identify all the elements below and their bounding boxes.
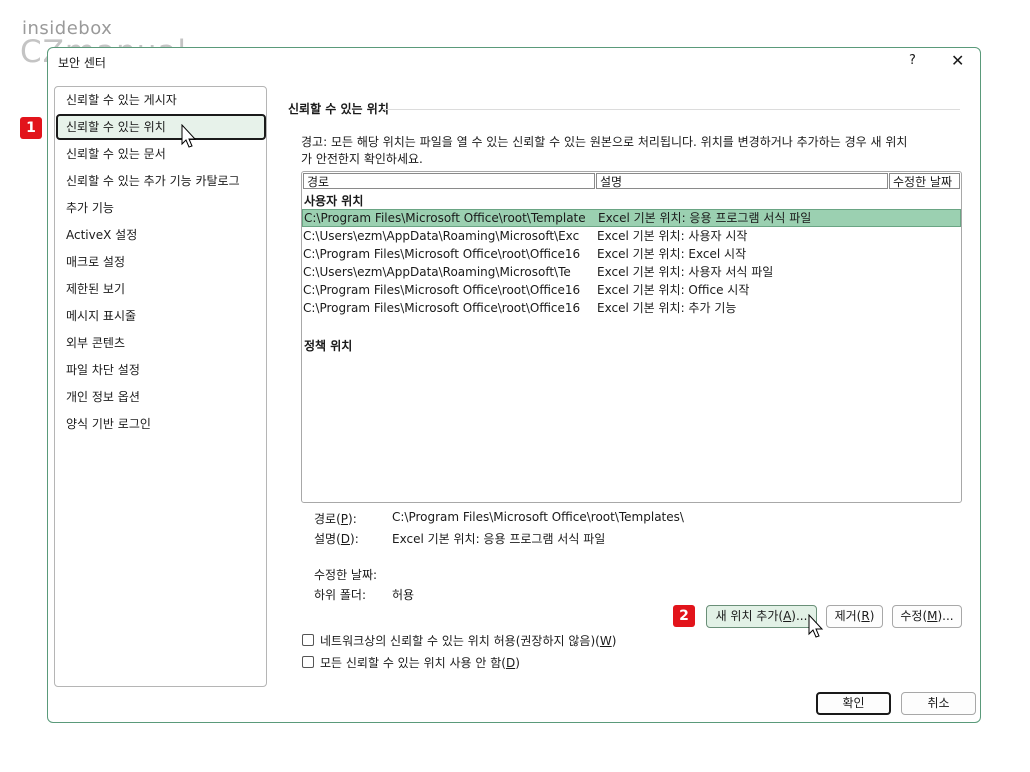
table-row[interactable]: C:\Program Files\Microsoft Office\root\T… [302, 209, 961, 227]
help-button[interactable]: ? [909, 53, 916, 68]
disable-all-locations-label[interactable]: 모든 신뢰할 수 있는 위치 사용 안 함(D) [320, 654, 520, 671]
step-badge-1: 1 [20, 117, 42, 139]
sidebar-item[interactable]: ActiveX 설정 [66, 226, 137, 244]
row-description: Excel 기본 위치: 응용 프로그램 서식 파일 [598, 211, 812, 225]
row-path: C:\Users\ezm\AppData\Roaming\Microsoft\E… [303, 229, 580, 243]
dialog-title: 보안 센터 [58, 56, 106, 70]
sidebar-item[interactable]: 제한된 보기 [66, 280, 125, 298]
table-row[interactable]: C:\Users\ezm\AppData\Roaming\Microsoft\E… [302, 227, 961, 245]
sidebar-item[interactable]: 매크로 설정 [66, 253, 125, 271]
column-header-modified[interactable]: 수정한 날짜 [889, 173, 960, 189]
allow-network-locations-checkbox[interactable] [302, 634, 314, 646]
mouse-cursor-icon [808, 614, 824, 638]
table-row[interactable]: C:\Users\ezm\AppData\Roaming\Microsoft\T… [302, 263, 961, 281]
detail-path-label: 경로(P): [314, 512, 357, 526]
row-description: Excel 기본 위치: 사용자 시작 [597, 229, 748, 243]
row-path: C:\Program Files\Microsoft Office\root\O… [303, 283, 581, 297]
detail-path-value: C:\Program Files\Microsoft Office\root\T… [392, 510, 684, 524]
detail-modified-label: 수정한 날짜: [314, 568, 378, 582]
sidebar-item[interactable]: 개인 정보 옵션 [66, 388, 140, 406]
sidebar-item[interactable]: 메시지 표시줄 [66, 307, 136, 325]
detail-subfolders-value: 허용 [392, 588, 415, 602]
sidebar-item[interactable]: 신뢰할 수 있는 위치 [66, 118, 166, 136]
sidebar-item[interactable]: 신뢰할 수 있는 게시자 [66, 91, 177, 109]
table-row[interactable]: C:\Program Files\Microsoft Office\root\O… [302, 281, 961, 299]
row-path: C:\Users\ezm\AppData\Roaming\Microsoft\T… [303, 265, 571, 279]
row-description: Excel 기본 위치: 추가 기능 [597, 301, 737, 315]
row-path: C:\Program Files\Microsoft Office\root\O… [303, 247, 581, 261]
sidebar-item[interactable]: 양식 기반 로그인 [66, 415, 151, 433]
column-header-description[interactable]: 설명 [596, 173, 888, 189]
section-divider [382, 109, 960, 110]
remove-button[interactable]: 제거(R) [826, 605, 883, 628]
detail-description-value: Excel 기본 위치: 응용 프로그램 서식 파일 [392, 532, 606, 546]
allow-network-locations-label[interactable]: 네트워크상의 신뢰할 수 있는 위치 허용(권장하지 않음)(W) [320, 632, 616, 649]
warning-line-2: 가 안전한지 확인하세요. [301, 152, 423, 166]
sidebar-item[interactable]: 파일 차단 설정 [66, 361, 140, 379]
row-description: Excel 기본 위치: Excel 시작 [597, 247, 747, 261]
row-path: C:\Program Files\Microsoft Office\root\T… [304, 211, 586, 225]
detail-description-label: 설명(D): [314, 532, 359, 546]
row-path: C:\Program Files\Microsoft Office\root\O… [303, 301, 581, 315]
cancel-button[interactable]: 취소 [901, 692, 976, 715]
warning-line-1: 경고: 모든 해당 위치는 파일을 열 수 있는 신뢰할 수 있는 원본으로 처… [301, 135, 908, 149]
ok-button[interactable]: 확인 [816, 692, 891, 715]
row-description: Excel 기본 위치: Office 시작 [597, 283, 750, 297]
step-badge-2: 2 [673, 605, 695, 627]
section-title: 신뢰할 수 있는 위치 [288, 102, 389, 116]
warning-text: 경고: 모든 해당 위치는 파일을 열 수 있는 신뢰할 수 있는 원본으로 처… [301, 134, 965, 168]
group-policy-locations: 정책 위치 [304, 339, 353, 353]
table-row[interactable]: C:\Program Files\Microsoft Office\root\O… [302, 245, 961, 263]
group-user-locations: 사용자 위치 [304, 194, 364, 208]
mouse-cursor-icon [181, 124, 197, 148]
sidebar-item[interactable]: 추가 기능 [66, 199, 114, 217]
row-description: Excel 기본 위치: 사용자 서식 파일 [597, 265, 774, 279]
sidebar-item[interactable]: 외부 콘텐츠 [66, 334, 125, 352]
sidebar-item[interactable]: 신뢰할 수 있는 문서 [66, 145, 166, 163]
table-row[interactable]: C:\Program Files\Microsoft Office\root\O… [302, 299, 961, 317]
add-new-location-button[interactable]: 새 위치 추가(A)... [706, 605, 817, 628]
column-header-path[interactable]: 경로 [303, 173, 595, 189]
disable-all-locations-checkbox[interactable] [302, 656, 314, 668]
sidebar-item[interactable]: 신뢰할 수 있는 추가 기능 카탈로그 [66, 172, 240, 190]
detail-subfolders-label: 하위 폴더: [314, 588, 367, 602]
close-icon[interactable]: ✕ [951, 51, 964, 70]
modify-button[interactable]: 수정(M)... [892, 605, 962, 628]
